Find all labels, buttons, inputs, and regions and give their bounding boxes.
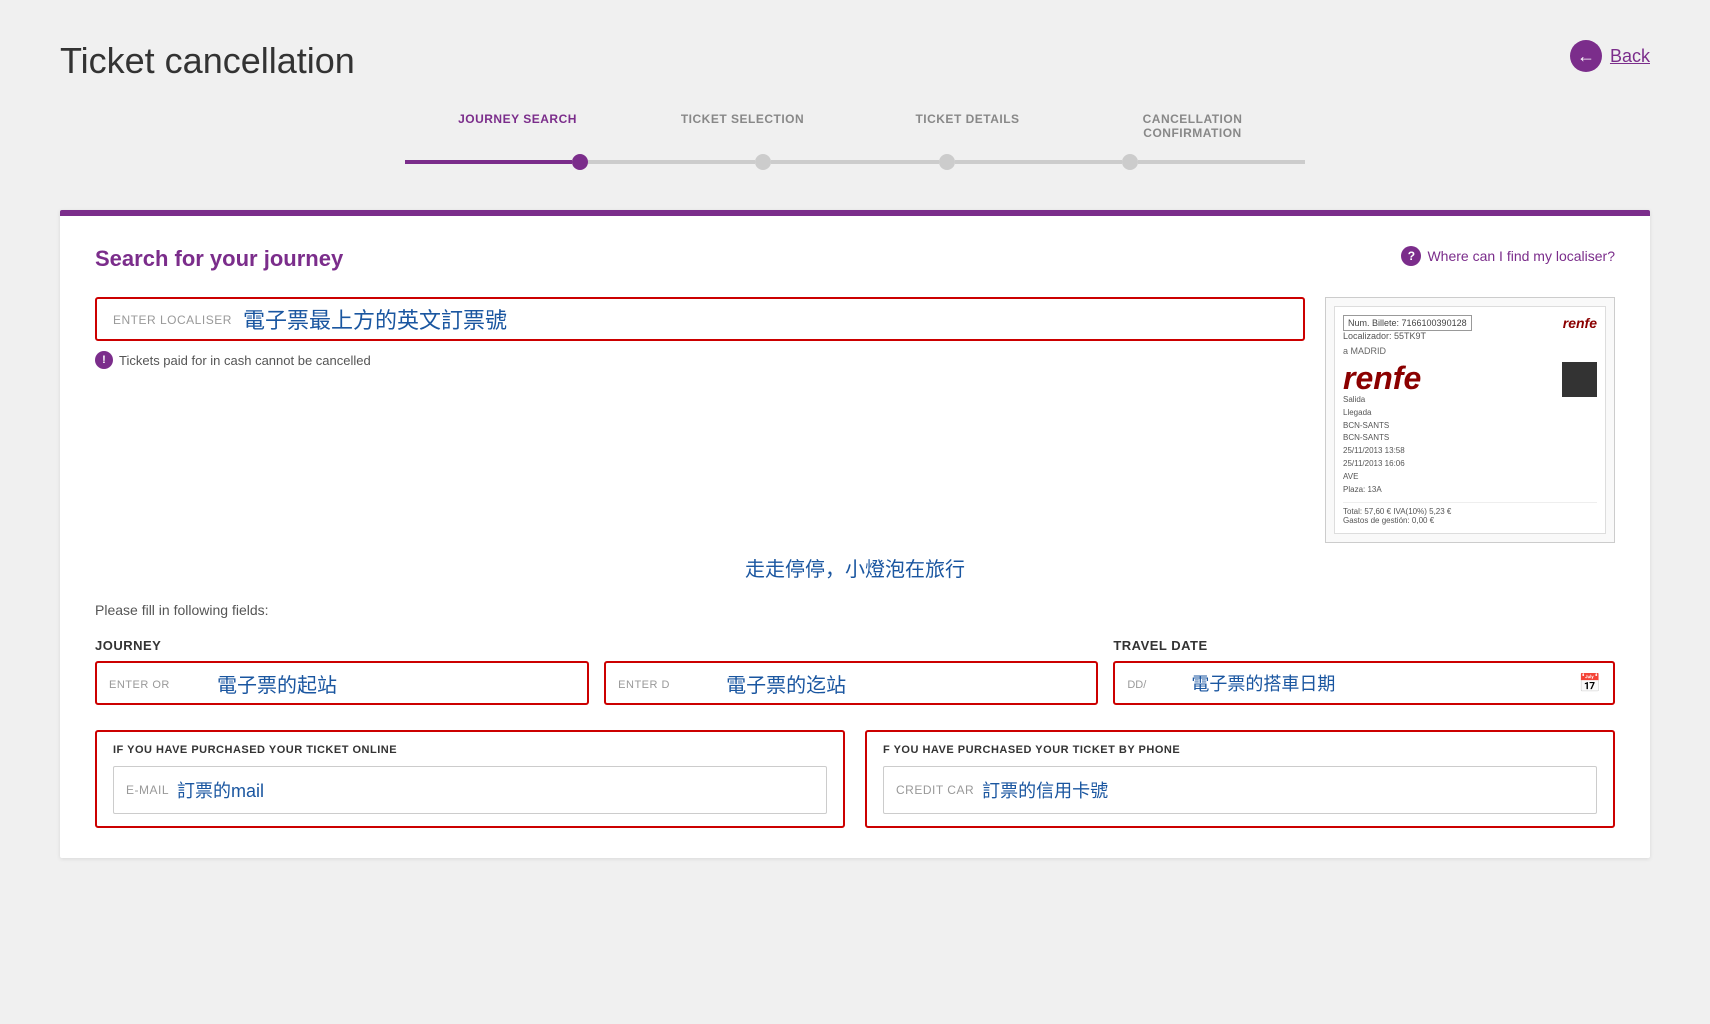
phone-purchase-box: F YOU HAVE PURCHASED YOUR TICKET BY PHON… [865, 730, 1615, 828]
back-button[interactable]: ← Back [1570, 40, 1650, 72]
page-title: Ticket cancellation [60, 40, 355, 82]
plaza-label: Plaza: 13A [1343, 484, 1556, 497]
warning-icon: ! [95, 351, 113, 369]
fecha-salida: 25/11/2013 13:58 [1343, 445, 1556, 458]
localiser-help-link[interactable]: ? Where can I find my localiser? [1401, 246, 1615, 266]
track-dot-4 [1122, 154, 1138, 170]
track-line-4 [955, 160, 1122, 164]
fecha-llegada: 25/11/2013 16:06 [1343, 458, 1556, 471]
calendar-icon: 📅 [1579, 673, 1601, 694]
track-dot-2 [755, 154, 771, 170]
destination-input[interactable] [618, 663, 718, 703]
online-purchase-title: IF YOU HAVE PURCHASED YOUR TICKET ONLINE [113, 744, 827, 756]
help-icon: ? [1401, 246, 1421, 266]
journey-label: JOURNEY [95, 638, 1098, 653]
localiser-help-label: Where can I find my localiser? [1427, 248, 1615, 264]
llegada-label: Llegada [1343, 407, 1556, 420]
total-label: Total: 57,60 € IVA(10%) 5,23 € [1343, 507, 1597, 516]
gastos-label: Gastos de gestión: 0,00 € [1343, 516, 1597, 525]
track-line-2 [588, 160, 755, 164]
email-placeholder: E-MAIL [126, 783, 169, 797]
form-section-title: Search for your journey [95, 246, 343, 272]
form-card: Search for your journey ? Where can I fi… [60, 210, 1650, 858]
renfe-logo: renfe [1563, 315, 1597, 342]
date-overlay: 電子票的搭車日期 [1191, 670, 1578, 696]
track-dot-1 [572, 154, 588, 170]
date-input[interactable] [1127, 663, 1187, 703]
origin-input-wrapper[interactable]: 電子票的起站 [95, 661, 589, 705]
back-label: Back [1610, 46, 1650, 67]
origin-overlay: 電子票的起站 [217, 669, 337, 698]
localiser-overlay: 電子票最上方的英文訂票號 [243, 303, 507, 335]
email-input-wrapper[interactable]: E-MAIL 訂票的mail [113, 766, 827, 814]
track-dot-3 [939, 154, 955, 170]
warning-text: Tickets paid for in cash cannot be cance… [119, 353, 371, 368]
destination-overlay: 電子票的迄站 [726, 669, 846, 698]
madrid-dest: a MADRID [1343, 346, 1597, 356]
origin-input[interactable] [109, 663, 209, 703]
ticket-num: Num. Billete: 7166100390128 [1343, 315, 1472, 331]
credit-placeholder: CREDIT CAR [896, 783, 974, 797]
qr-code [1562, 362, 1597, 397]
ticket-image-area: Num. Billete: 7166100390128 Localizador:… [1325, 297, 1615, 543]
purchase-row: IF YOU HAVE PURCHASED YOUR TICKET ONLINE… [95, 730, 1615, 828]
online-purchase-box: IF YOU HAVE PURCHASED YOUR TICKET ONLINE… [95, 730, 845, 828]
step-label-cancellation: CANCELLATIONCONFIRMATION [1143, 112, 1243, 140]
cash-warning: ! Tickets paid for in cash cannot be can… [95, 351, 1305, 369]
destination-input-wrapper[interactable]: 電子票的迄站 [604, 661, 1098, 705]
renfe-big: renfe [1343, 362, 1556, 394]
credit-input-wrapper[interactable]: CREDIT CAR 訂票的信用卡號 [883, 766, 1597, 814]
progress-section: JOURNEY SEARCH TICKET SELECTION TICKET D… [60, 112, 1650, 170]
phone-purchase-title: F YOU HAVE PURCHASED YOUR TICKET BY PHON… [883, 744, 1597, 756]
back-arrow-icon: ← [1570, 40, 1602, 72]
email-overlay: 訂票的mail [177, 777, 264, 803]
track-line-1 [405, 160, 572, 164]
salida-val: BCN-SANTS [1343, 420, 1556, 433]
credit-overlay: 訂票的信用卡號 [982, 777, 1108, 803]
localiser-input-wrapper[interactable]: 電子票最上方的英文訂票號 [95, 297, 1305, 341]
step-label-ticket-details: TICKET DETAILS [915, 112, 1019, 126]
step-label-journey-search: JOURNEY SEARCH [458, 112, 577, 126]
track-line-5 [1138, 160, 1305, 164]
date-input-wrapper[interactable]: 電子票的搭車日期 📅 [1113, 661, 1615, 705]
localiser-input[interactable] [113, 299, 233, 339]
step-label-ticket-selection: TICKET SELECTION [681, 112, 804, 126]
llegada-val: BCN-SANTS [1343, 432, 1556, 445]
ticket-loc: Localizador: 55TK9T [1343, 331, 1426, 341]
travel-date-label: TRAVEL DATE [1113, 638, 1615, 653]
ave-label: AVE [1343, 471, 1556, 484]
watermark: 走走停停，小燈泡在旅行 [95, 553, 1615, 582]
track-line-3 [771, 160, 938, 164]
fill-fields-label: Please fill in following fields: [95, 602, 1615, 618]
